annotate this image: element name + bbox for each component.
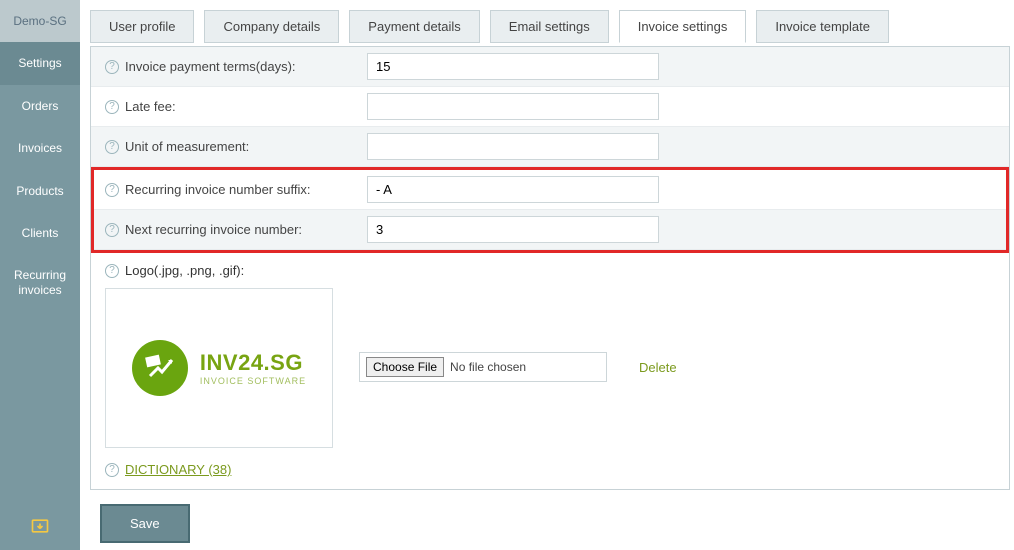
- tab-payment-details[interactable]: Payment details: [349, 10, 480, 43]
- input-late-fee[interactable]: [367, 93, 659, 120]
- help-icon[interactable]: ?: [105, 183, 119, 197]
- help-icon[interactable]: ?: [105, 264, 119, 278]
- sidebar-item-recurring-invoices[interactable]: Recurring invoices: [0, 254, 80, 311]
- sidebar-header[interactable]: Demo-SG: [0, 0, 80, 42]
- tab-company-details[interactable]: Company details: [204, 10, 339, 43]
- tab-invoice-template[interactable]: Invoice template: [756, 10, 889, 43]
- input-next-number[interactable]: [367, 216, 659, 243]
- label-next-number: Next recurring invoice number:: [125, 222, 302, 237]
- row-late-fee: ? Late fee:: [91, 87, 1009, 127]
- row-unit: ? Unit of measurement:: [91, 127, 1009, 167]
- export-icon[interactable]: [0, 508, 80, 550]
- row-suffix: ? Recurring invoice number suffix:: [94, 170, 1006, 210]
- tab-user-profile[interactable]: User profile: [90, 10, 194, 43]
- label-payment-terms: Invoice payment terms(days):: [125, 59, 296, 74]
- delete-logo-link[interactable]: Delete: [639, 360, 677, 375]
- help-icon[interactable]: ?: [105, 463, 119, 477]
- settings-panel: ? Invoice payment terms(days): ? Late fe…: [90, 46, 1010, 490]
- sidebar-item-products[interactable]: Products: [0, 170, 80, 212]
- file-status-text: No file chosen: [450, 360, 526, 374]
- dictionary-link[interactable]: DICTIONARY (38): [125, 462, 231, 477]
- label-unit: Unit of measurement:: [125, 139, 249, 154]
- row-dictionary: ? DICTIONARY (38): [91, 452, 1009, 489]
- choose-file-button[interactable]: Choose File: [366, 357, 444, 377]
- label-late-fee: Late fee:: [125, 99, 176, 114]
- row-next-number: ? Next recurring invoice number:: [94, 210, 1006, 250]
- help-icon[interactable]: ?: [105, 100, 119, 114]
- logo-text-sub: INVOICE SOFTWARE: [200, 376, 306, 386]
- highlighted-rows: ? Recurring invoice number suffix: ? Nex…: [91, 167, 1009, 253]
- input-unit[interactable]: [367, 133, 659, 160]
- tabs-bar: User profile Company details Payment det…: [90, 10, 1010, 43]
- sidebar-item-settings[interactable]: Settings: [0, 42, 80, 84]
- help-icon[interactable]: ?: [105, 140, 119, 154]
- label-suffix: Recurring invoice number suffix:: [125, 182, 310, 197]
- sidebar-item-invoices[interactable]: Invoices: [0, 127, 80, 169]
- tab-invoice-settings[interactable]: Invoice settings: [619, 10, 747, 43]
- row-logo-label: ? Logo(.jpg, .png, .gif):: [91, 253, 1009, 288]
- sidebar-item-clients[interactable]: Clients: [0, 212, 80, 254]
- save-button[interactable]: Save: [100, 504, 190, 543]
- input-suffix[interactable]: [367, 176, 659, 203]
- help-icon[interactable]: ?: [105, 60, 119, 74]
- sidebar: Demo-SG Settings Orders Invoices Product…: [0, 0, 80, 550]
- main-content: User profile Company details Payment det…: [80, 0, 1014, 550]
- help-icon[interactable]: ?: [105, 223, 119, 237]
- sidebar-item-orders[interactable]: Orders: [0, 85, 80, 127]
- logo-text-main: INV24.SG: [200, 350, 306, 376]
- label-logo: Logo(.jpg, .png, .gif):: [125, 263, 244, 278]
- file-input[interactable]: Choose File No file chosen: [359, 352, 607, 382]
- logo-mark-icon: [132, 340, 188, 396]
- input-payment-terms[interactable]: [367, 53, 659, 80]
- tab-email-settings[interactable]: Email settings: [490, 10, 609, 43]
- row-payment-terms: ? Invoice payment terms(days):: [91, 47, 1009, 87]
